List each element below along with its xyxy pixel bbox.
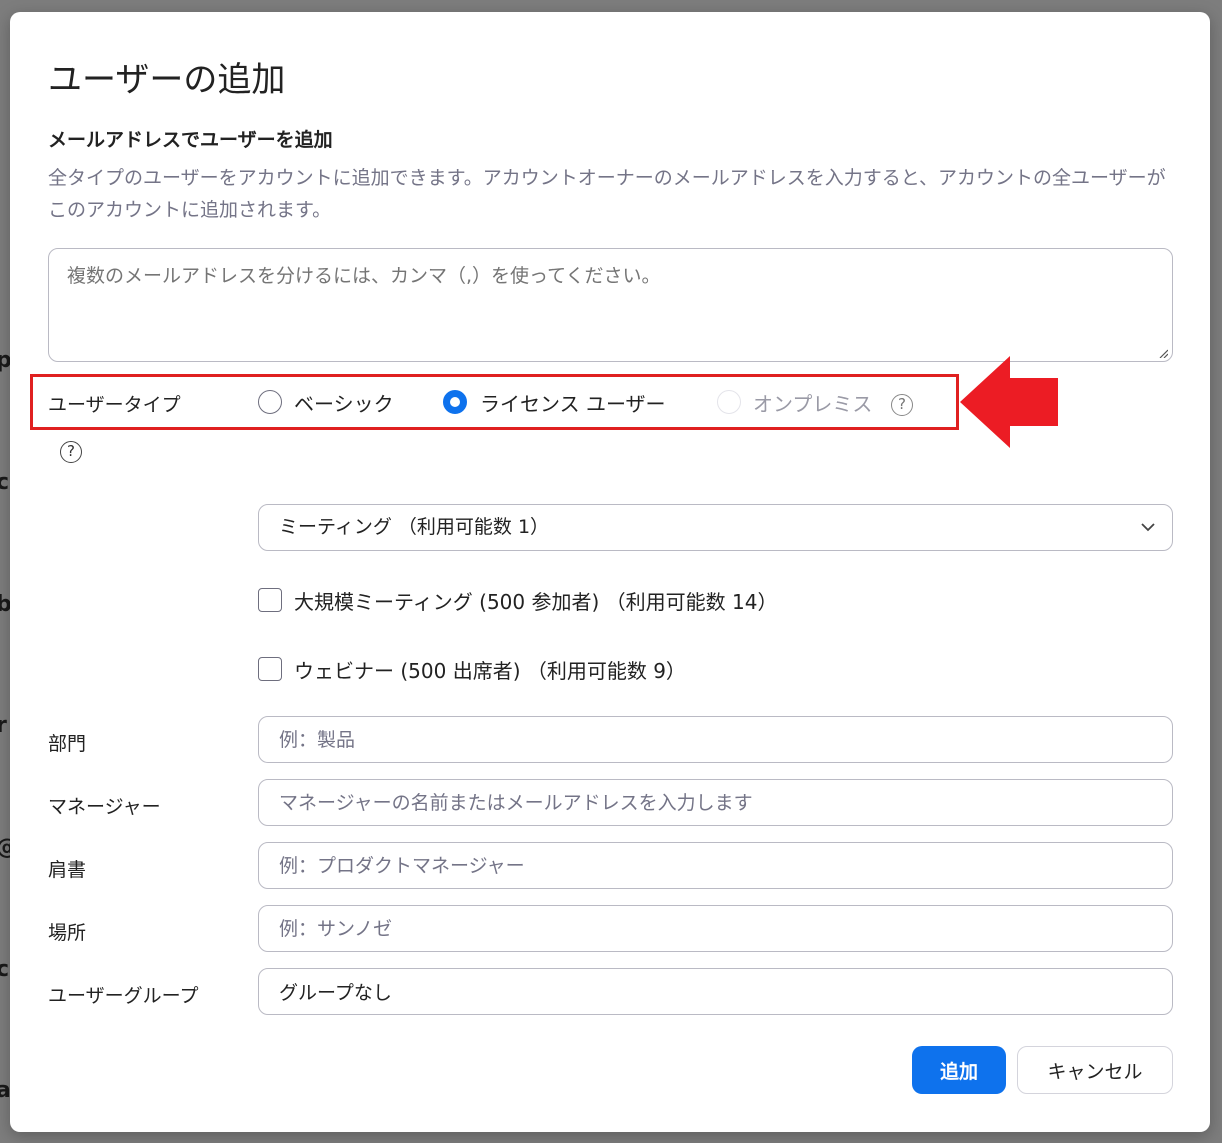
email-input[interactable] xyxy=(48,248,1173,362)
manager-label: マネージャー xyxy=(48,796,161,818)
large-meeting-label[interactable]: 大規模ミーティング (500 参加者) （利用可能数 14） xyxy=(294,586,777,615)
dialog-title: ユーザーの追加 xyxy=(48,60,286,100)
manager-input[interactable] xyxy=(258,779,1173,826)
license-select-value: ミーティング （利用可能数 1） xyxy=(279,516,550,538)
help-icon[interactable]: ? xyxy=(891,394,913,416)
chevron-down-icon xyxy=(1141,523,1155,532)
cancel-button[interactable]: キャンセル xyxy=(1017,1046,1173,1094)
webinar-checkbox[interactable] xyxy=(258,657,282,681)
add-button[interactable]: 追加 xyxy=(912,1046,1006,1094)
add-user-dialog: ユーザーの追加 メールアドレスでユーザーを追加 全タイプのユーザーをアカウントに… xyxy=(10,12,1210,1132)
user-group-label: ユーザーグループ xyxy=(48,985,199,1007)
left-arrow-icon xyxy=(960,356,1058,448)
location-label: 場所 xyxy=(48,922,87,944)
radio-on-premise-label: オンプレミス xyxy=(753,392,873,416)
radio-on-premise xyxy=(717,390,741,414)
background-text-fragment: c xyxy=(0,470,10,495)
location-input[interactable] xyxy=(258,905,1173,952)
user-group-input[interactable] xyxy=(258,968,1173,1015)
job-title-input[interactable] xyxy=(258,842,1173,889)
background-text-fragment: r xyxy=(0,713,7,738)
radio-licensed-label[interactable]: ライセンス ユーザー xyxy=(480,388,666,417)
radio-basic-label[interactable]: ベーシック xyxy=(294,388,394,417)
department-label: 部門 xyxy=(48,733,87,755)
webinar-label[interactable]: ウェビナー (500 出席者) （利用可能数 9） xyxy=(294,655,686,684)
background-text-fragment: c xyxy=(0,957,10,982)
section-subtitle: メールアドレスでユーザーを追加 xyxy=(48,129,333,151)
job-title-label: 肩書 xyxy=(48,859,87,881)
help-icon[interactable]: ? xyxy=(60,441,82,463)
user-type-label: ユーザータイプ xyxy=(48,394,181,416)
radio-licensed[interactable] xyxy=(443,390,467,414)
section-description: 全タイプのユーザーをアカウントに追加できます。アカウントオーナーのメールアドレス… xyxy=(48,167,1166,221)
radio-basic[interactable] xyxy=(258,390,282,414)
resize-handle-icon[interactable] xyxy=(1158,348,1168,358)
license-type-select[interactable]: ミーティング （利用可能数 1） xyxy=(258,504,1173,551)
department-input[interactable] xyxy=(258,716,1173,763)
large-meeting-checkbox[interactable] xyxy=(258,588,282,612)
